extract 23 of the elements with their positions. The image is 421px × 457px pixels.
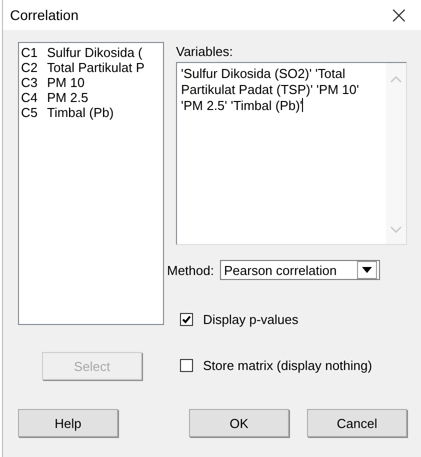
column-id[interactable]: C5 (21, 105, 47, 120)
column-id[interactable]: C1 (21, 45, 47, 60)
column-list[interactable]: C1 Sulfur Dikosida ( C2 Total Partikulat P C3 PM 10 C4 PM 2.5 C5 Timbal (Pb) (18, 42, 164, 325)
column-name[interactable]: Timbal (Pb) (47, 105, 114, 120)
close-button[interactable]: × (384, 3, 413, 27)
help-button[interactable]: Help (18, 409, 118, 437)
column-id[interactable]: C4 (21, 90, 47, 105)
cancel-button[interactable]: Cancel (307, 409, 407, 437)
column-id[interactable]: C3 (21, 75, 47, 90)
checkbox-label[interactable]: Display p-values (203, 312, 298, 327)
column-id[interactable]: C2 (21, 60, 47, 75)
method-dropdown[interactable]: Pearson correlation (220, 260, 380, 280)
variables-label: Variables: (176, 44, 234, 59)
method-label: Method: (167, 262, 214, 278)
column-name[interactable]: PM 10 (47, 75, 85, 90)
window-title: Correlation (10, 7, 78, 23)
column-name[interactable]: Total Partikulat P (47, 60, 145, 75)
ok-button[interactable]: OK (189, 409, 289, 437)
column-name[interactable]: Sulfur Dikosida ( (47, 45, 142, 60)
column-name[interactable]: PM 2.5 (47, 90, 88, 105)
checkbox[interactable] (180, 359, 193, 372)
checkbox-label[interactable]: Store matrix (display nothing) (203, 358, 372, 373)
checkbox[interactable] (180, 313, 193, 326)
